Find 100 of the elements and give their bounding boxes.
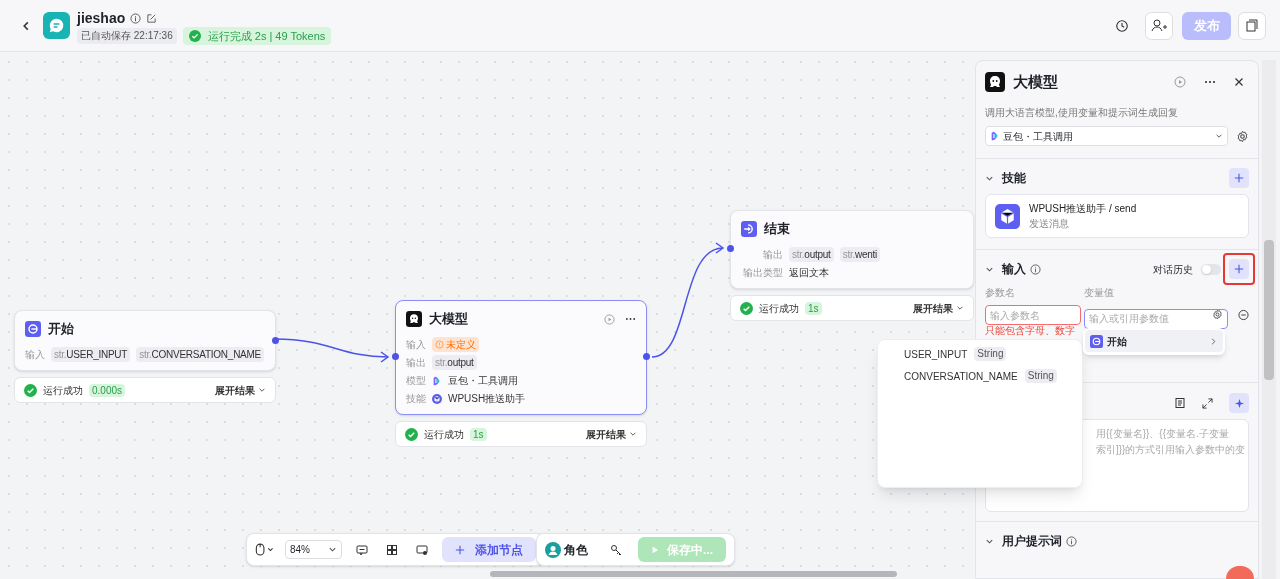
node-title: 结束	[764, 220, 790, 239]
node-title: 大模型	[429, 310, 468, 329]
skill-description: 发送消息	[1029, 217, 1070, 231]
horizontal-scrollbar[interactable]	[490, 571, 897, 577]
copy-icon[interactable]	[1238, 12, 1266, 40]
expand-results-link[interactable]: 展开结果	[586, 426, 637, 442]
ai-assist-button[interactable]	[1229, 393, 1249, 413]
start-icon	[1090, 334, 1103, 348]
edit-icon[interactable]	[146, 12, 158, 24]
type-badge: String	[974, 347, 1007, 361]
type-badge: String	[1024, 369, 1057, 383]
check-icon	[740, 301, 753, 315]
minimap-icon[interactable]	[416, 543, 428, 556]
scrollbar-thumb[interactable]	[1264, 240, 1274, 380]
bot-icon	[985, 72, 1005, 92]
info-icon[interactable]	[1066, 535, 1077, 547]
row-label: 输出类型	[742, 266, 783, 280]
expand-results-link[interactable]: 展开结果	[215, 382, 266, 398]
library-icon[interactable]	[1174, 397, 1186, 409]
input-port[interactable]	[727, 245, 734, 252]
menu-item[interactable]: USER_INPUT String	[878, 346, 1082, 362]
row-label: 输出	[762, 248, 783, 262]
add-node-button[interactable]: 添加节点	[442, 537, 536, 562]
expand-icon[interactable]	[1202, 397, 1213, 409]
add-input-button[interactable]	[1229, 259, 1249, 279]
app-title: jieshao	[77, 9, 126, 27]
placeholder-text: 用{{变量名}}、{{变量名.子变量	[1096, 427, 1230, 441]
result-status: 运行成功	[759, 301, 799, 316]
check-icon	[24, 383, 37, 397]
history-icon[interactable]	[1115, 19, 1129, 33]
result-status: 运行成功	[424, 427, 464, 442]
node-title: 开始	[48, 320, 74, 339]
row-label: 技能	[406, 392, 426, 406]
duration-badge: 1s	[470, 427, 487, 441]
menu-item[interactable]: 开始	[1085, 330, 1223, 352]
app-logo-icon	[43, 12, 70, 39]
section-title: 输入	[1002, 261, 1026, 278]
history-toggle[interactable]	[1201, 263, 1221, 275]
more-icon[interactable]	[1204, 80, 1216, 84]
section-title: 技能	[1002, 170, 1026, 187]
panel-description: 调用大语言模型,使用变量和提示词生成回复	[984, 106, 1179, 120]
row-label: 输入	[25, 348, 45, 362]
plus-icon	[1234, 173, 1244, 183]
duration-badge: 0.000s	[89, 383, 126, 397]
avatar-icon	[545, 541, 561, 558]
chevron-icon	[328, 545, 337, 554]
menu-item[interactable]: CONVERSATION_NAME String	[878, 368, 1082, 384]
plus-icon	[1234, 264, 1244, 274]
output-port[interactable]	[272, 337, 279, 344]
chevron-icon	[629, 430, 637, 438]
info-icon[interactable]	[130, 12, 142, 24]
check-icon	[188, 30, 201, 42]
zoom-dropdown[interactable]: 84%	[285, 540, 342, 559]
play-icon	[651, 545, 659, 554]
chevron-icon	[956, 304, 964, 312]
comment-icon[interactable]	[356, 543, 368, 556]
expand-results-link[interactable]: 展开结果	[913, 300, 964, 316]
mouse-icon[interactable]	[255, 543, 275, 556]
variable-chip: str.CONVERSATION_NAME	[136, 347, 265, 362]
row-label: 模型	[406, 374, 426, 388]
row-label: 输出	[406, 356, 426, 370]
settings-icon[interactable]	[1212, 309, 1223, 320]
model-logo-icon	[990, 131, 1000, 141]
input-port[interactable]	[392, 353, 399, 360]
collaborator-icon[interactable]	[1145, 12, 1173, 40]
variable-chip: str.output	[789, 247, 834, 262]
duration-badge: 1s	[805, 301, 822, 315]
wrench-icon[interactable]	[610, 543, 622, 556]
node-card[interactable]: 大模型 输入 未定义 输出 str.output 模型 豆包・工具调用 技能 WPUSH推送助手	[395, 300, 647, 415]
layout-icon[interactable]	[386, 543, 398, 556]
column-label: 参数名	[985, 286, 1016, 300]
parameter-name-field[interactable]: 输入参数名	[985, 305, 1081, 325]
model-dropdown[interactable]: 豆包・工具调用	[985, 126, 1228, 146]
skill-name: WPUSH推送助手	[448, 392, 526, 406]
settings-icon[interactable]	[1236, 129, 1249, 143]
check-icon	[405, 427, 418, 441]
more-icon[interactable]	[625, 317, 636, 321]
run-status-text: 运行完成 2s | 49 Tokens	[207, 28, 326, 44]
start-icon	[25, 321, 41, 337]
info-icon[interactable]	[1030, 263, 1041, 275]
role-button[interactable]: 角色	[545, 540, 588, 559]
output-port[interactable]	[643, 353, 650, 360]
variable-chip: str.USER_INPUT	[51, 347, 131, 362]
close-icon[interactable]	[1234, 77, 1244, 87]
sparkle-icon	[1233, 397, 1245, 409]
remove-icon[interactable]	[1238, 309, 1249, 321]
end-icon	[741, 221, 757, 237]
node-card[interactable]: 开始 输入 str.USER_INPUT str.CONVERSATION_NAME	[14, 310, 276, 371]
row-label: 输入	[406, 338, 426, 352]
skill-card[interactable]: WPUSH推送助手 / send 发送消息	[985, 194, 1249, 238]
model-logo-icon	[432, 375, 442, 386]
result-status: 运行成功	[43, 383, 83, 398]
output-type: 返回文本	[789, 266, 829, 280]
variable-chip: str.wenti	[839, 247, 881, 262]
vertical-scrollbar[interactable]	[1262, 60, 1276, 579]
cube-icon	[995, 203, 1020, 229]
node-card[interactable]: 结束 输出 str.output str.wenti 输出类型 返回文本	[730, 210, 974, 289]
parameter-value-field[interactable]: 输入或引用参数值	[1084, 308, 1228, 329]
error-message: 只能包含字母、数字	[984, 325, 1076, 337]
chevron-right-icon	[1209, 336, 1218, 346]
